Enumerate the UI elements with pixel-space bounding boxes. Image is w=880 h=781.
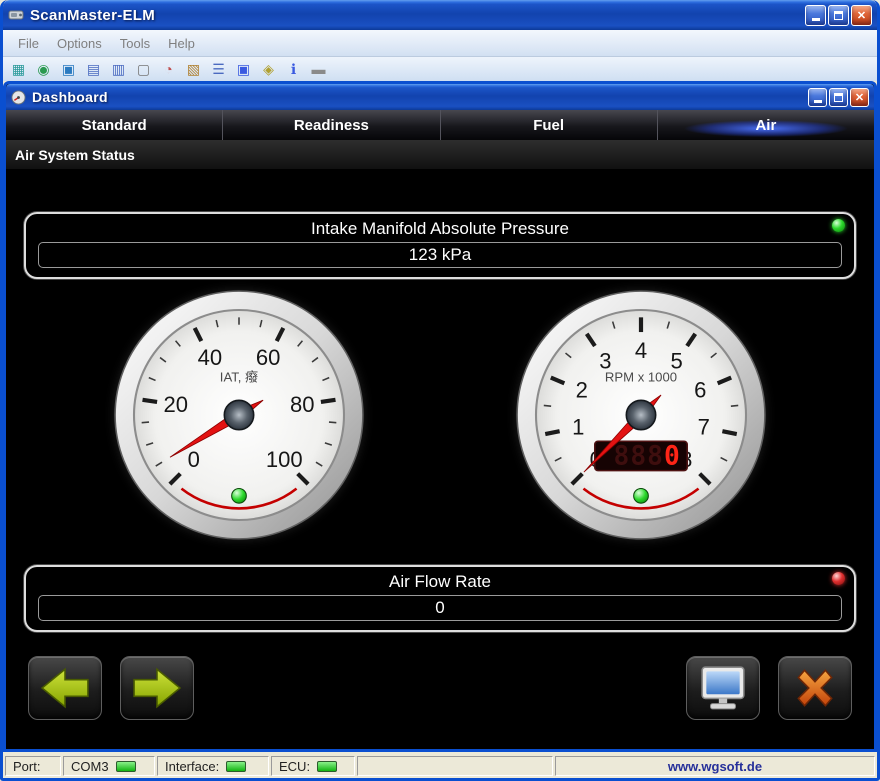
prev-button[interactable] xyxy=(28,656,102,720)
minimize-button[interactable] xyxy=(805,5,826,26)
menubar: File Options Tools Help xyxy=(3,30,877,57)
statusbar-port-label: Port: xyxy=(5,756,61,776)
menu-options[interactable]: Options xyxy=(48,36,111,51)
gauges-row: 020406080100IAT, 癈 012345678RPM x 1000 8… xyxy=(24,293,856,555)
minimize-icon xyxy=(814,100,822,103)
menu-tools[interactable]: Tools xyxy=(111,36,159,51)
svg-text:40: 40 xyxy=(198,345,223,370)
connect-icon[interactable]: ▣ xyxy=(60,61,77,78)
svg-text:80: 80 xyxy=(290,392,315,417)
maximize-icon xyxy=(834,11,843,20)
x-icon xyxy=(790,665,840,711)
statusbar-ecu: ECU: xyxy=(271,756,355,776)
statusbar: Port: COM3 Interface: ECU: www.wgsoft.de xyxy=(3,754,877,778)
dashboard-icon xyxy=(11,90,26,105)
ecu-led-icon xyxy=(317,761,337,772)
tabbar: Standard Readiness Fuel Air xyxy=(6,110,874,140)
dashboard-content: Intake Manifold Absolute Pressure 123 kP… xyxy=(6,170,874,749)
section-header: Air System Status xyxy=(6,140,874,170)
tab-standard[interactable]: Standard xyxy=(6,110,223,140)
dashboard-minimize-button[interactable] xyxy=(808,88,827,107)
exit-button[interactable] xyxy=(778,656,852,720)
minimize-icon xyxy=(812,18,820,21)
arrow-right-icon xyxy=(132,667,182,709)
tab-air[interactable]: Air xyxy=(658,110,874,140)
map-panel-title: Intake Manifold Absolute Pressure xyxy=(38,219,842,239)
airflow-panel: Air Flow Rate 0 xyxy=(24,565,856,632)
toolbar: ▦ ◉ ▣ ▤ ▥ ▢ ◔ ▧ ☰ ▣ ◈ ℹ ▬ xyxy=(3,57,877,81)
svg-text:100: 100 xyxy=(266,447,303,472)
airflow-panel-led-icon xyxy=(832,572,845,585)
maximize-button[interactable] xyxy=(828,5,849,26)
monitor-2-icon[interactable]: ▥ xyxy=(110,61,127,78)
list-icon[interactable]: ☰ xyxy=(210,61,227,78)
chart-icon[interactable]: ▧ xyxy=(185,61,202,78)
dashboard-close-button[interactable]: ✕ xyxy=(850,88,869,107)
main-titlebar[interactable]: ScanMaster-ELM ✕ xyxy=(3,0,877,30)
statusbar-spacer xyxy=(357,756,553,776)
menu-file[interactable]: File xyxy=(9,36,48,51)
svg-text:20: 20 xyxy=(164,392,189,417)
device-icon[interactable]: ▬ xyxy=(310,61,327,78)
statusbar-interface: Interface: xyxy=(157,756,269,776)
svg-text:6: 6 xyxy=(694,377,706,402)
button-row xyxy=(24,656,856,720)
close-icon: ✕ xyxy=(855,91,864,104)
app-icon xyxy=(8,7,24,23)
dashboard-maximize-button[interactable] xyxy=(829,88,848,107)
gauge-icon[interactable]: ◔ xyxy=(160,61,177,78)
airflow-panel-value: 0 xyxy=(38,595,842,621)
dashboard-window: Dashboard ✕ Standard Readiness Fuel Air … xyxy=(3,81,877,752)
window-icon[interactable]: ▢ xyxy=(135,61,152,78)
globe-icon[interactable]: ◉ xyxy=(35,61,52,78)
map-panel-led-icon xyxy=(832,219,845,232)
airflow-panel-title: Air Flow Rate xyxy=(38,572,842,592)
tab-label: Readiness xyxy=(294,117,369,134)
close-icon: ✕ xyxy=(857,9,866,22)
map-panel: Intake Manifold Absolute Pressure 123 kP… xyxy=(24,212,856,279)
svg-text:RPM x 1000: RPM x 1000 xyxy=(605,369,677,384)
next-button[interactable] xyxy=(120,656,194,720)
svg-text:1: 1 xyxy=(572,414,584,439)
maximize-icon xyxy=(834,93,843,102)
svg-text:4: 4 xyxy=(635,338,647,363)
rpm-gauge: 012345678RPM x 1000 8880 xyxy=(515,289,767,541)
svg-text:8880: 8880 xyxy=(613,441,680,471)
dashboard-title: Dashboard xyxy=(32,89,808,105)
close-button[interactable]: ✕ xyxy=(851,5,872,26)
tab-readiness[interactable]: Readiness xyxy=(223,110,440,140)
tab-fuel[interactable]: Fuel xyxy=(441,110,658,140)
tab-label: Air xyxy=(755,117,776,134)
monitor-icon xyxy=(698,665,748,711)
port-led-icon xyxy=(116,761,136,772)
tab-label: Standard xyxy=(82,117,147,134)
chip-icon[interactable]: ▦ xyxy=(10,61,27,78)
tab-label: Fuel xyxy=(533,117,564,134)
map-panel-value: 123 kPa xyxy=(38,242,842,268)
arrow-left-icon xyxy=(40,667,90,709)
main-window: ScanMaster-ELM ✕ File Options Tools Help… xyxy=(0,0,880,781)
svg-text:IAT, 癈: IAT, 癈 xyxy=(220,368,258,384)
info-icon[interactable]: ℹ xyxy=(285,61,302,78)
display-button[interactable] xyxy=(686,656,760,720)
iat-gauge: 0 20 40 60 80 100 IAT, 癈 xyxy=(113,289,365,541)
dashboard-titlebar[interactable]: Dashboard ✕ xyxy=(6,84,874,110)
interface-led-icon xyxy=(226,761,246,772)
svg-text:0: 0 xyxy=(188,447,200,472)
main-window-title: ScanMaster-ELM xyxy=(30,7,805,24)
monitor-1-icon[interactable]: ▤ xyxy=(85,61,102,78)
svg-text:60: 60 xyxy=(256,345,281,370)
svg-text:7: 7 xyxy=(698,414,710,439)
menu-help[interactable]: Help xyxy=(159,36,204,51)
statusbar-port-value: COM3 xyxy=(63,756,155,776)
key-icon[interactable]: ◈ xyxy=(260,61,277,78)
statusbar-website-link[interactable]: www.wgsoft.de xyxy=(555,756,875,776)
svg-text:2: 2 xyxy=(576,377,588,402)
screen-icon[interactable]: ▣ xyxy=(235,61,252,78)
